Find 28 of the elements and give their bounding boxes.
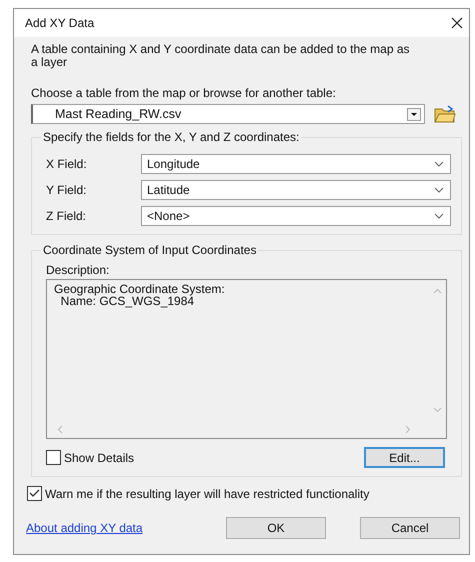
edit-button[interactable]: Edit...	[364, 447, 445, 468]
chevron-icon	[434, 187, 444, 193]
chevron-icon	[434, 213, 444, 219]
chevron-icon	[434, 161, 444, 167]
checkbox[interactable]	[46, 450, 61, 465]
field-label: Y Field:	[46, 183, 88, 197]
folder-icon[interactable]	[434, 105, 456, 123]
help-link[interactable]: About adding XY data	[26, 521, 143, 535]
checkbox-label: Warn me if the resulting layer will have restricted functionality	[45, 486, 370, 500]
table-combo[interactable]: Mast Reading_RW.csv	[31, 104, 425, 124]
close-icon[interactable]	[451, 17, 463, 29]
dropdown-icon[interactable]	[407, 108, 421, 120]
window-title: Add XY Data	[25, 16, 94, 30]
field-label: X Field:	[46, 157, 88, 171]
dialog-button[interactable]: Cancel	[360, 517, 460, 539]
field-dropdown[interactable]: <None>	[141, 206, 451, 226]
description-text: Geographic Coordinate System: Name: GCS_WGS_1984	[54, 283, 225, 307]
field-label: Z Field:	[46, 209, 88, 223]
group-title: Specify the fields for the X, Y and Z coordinates:	[42, 130, 300, 144]
checkbox-label: Show Details	[64, 450, 134, 464]
group-title: Coordinate System of Input Coordinates	[42, 243, 258, 257]
field-dropdown[interactable]: Latitude	[141, 180, 451, 200]
table-prompt: Choose a table from the map or browse for another table:	[31, 86, 337, 100]
description-label: Description:	[46, 263, 110, 277]
dialog-button[interactable]: OK	[226, 517, 326, 539]
field-dropdown[interactable]: Longitude	[141, 154, 451, 174]
intro-text: A table containing X and Y coordinate data can be added to the map as a layer	[31, 43, 411, 69]
checkbox[interactable]	[27, 486, 42, 501]
